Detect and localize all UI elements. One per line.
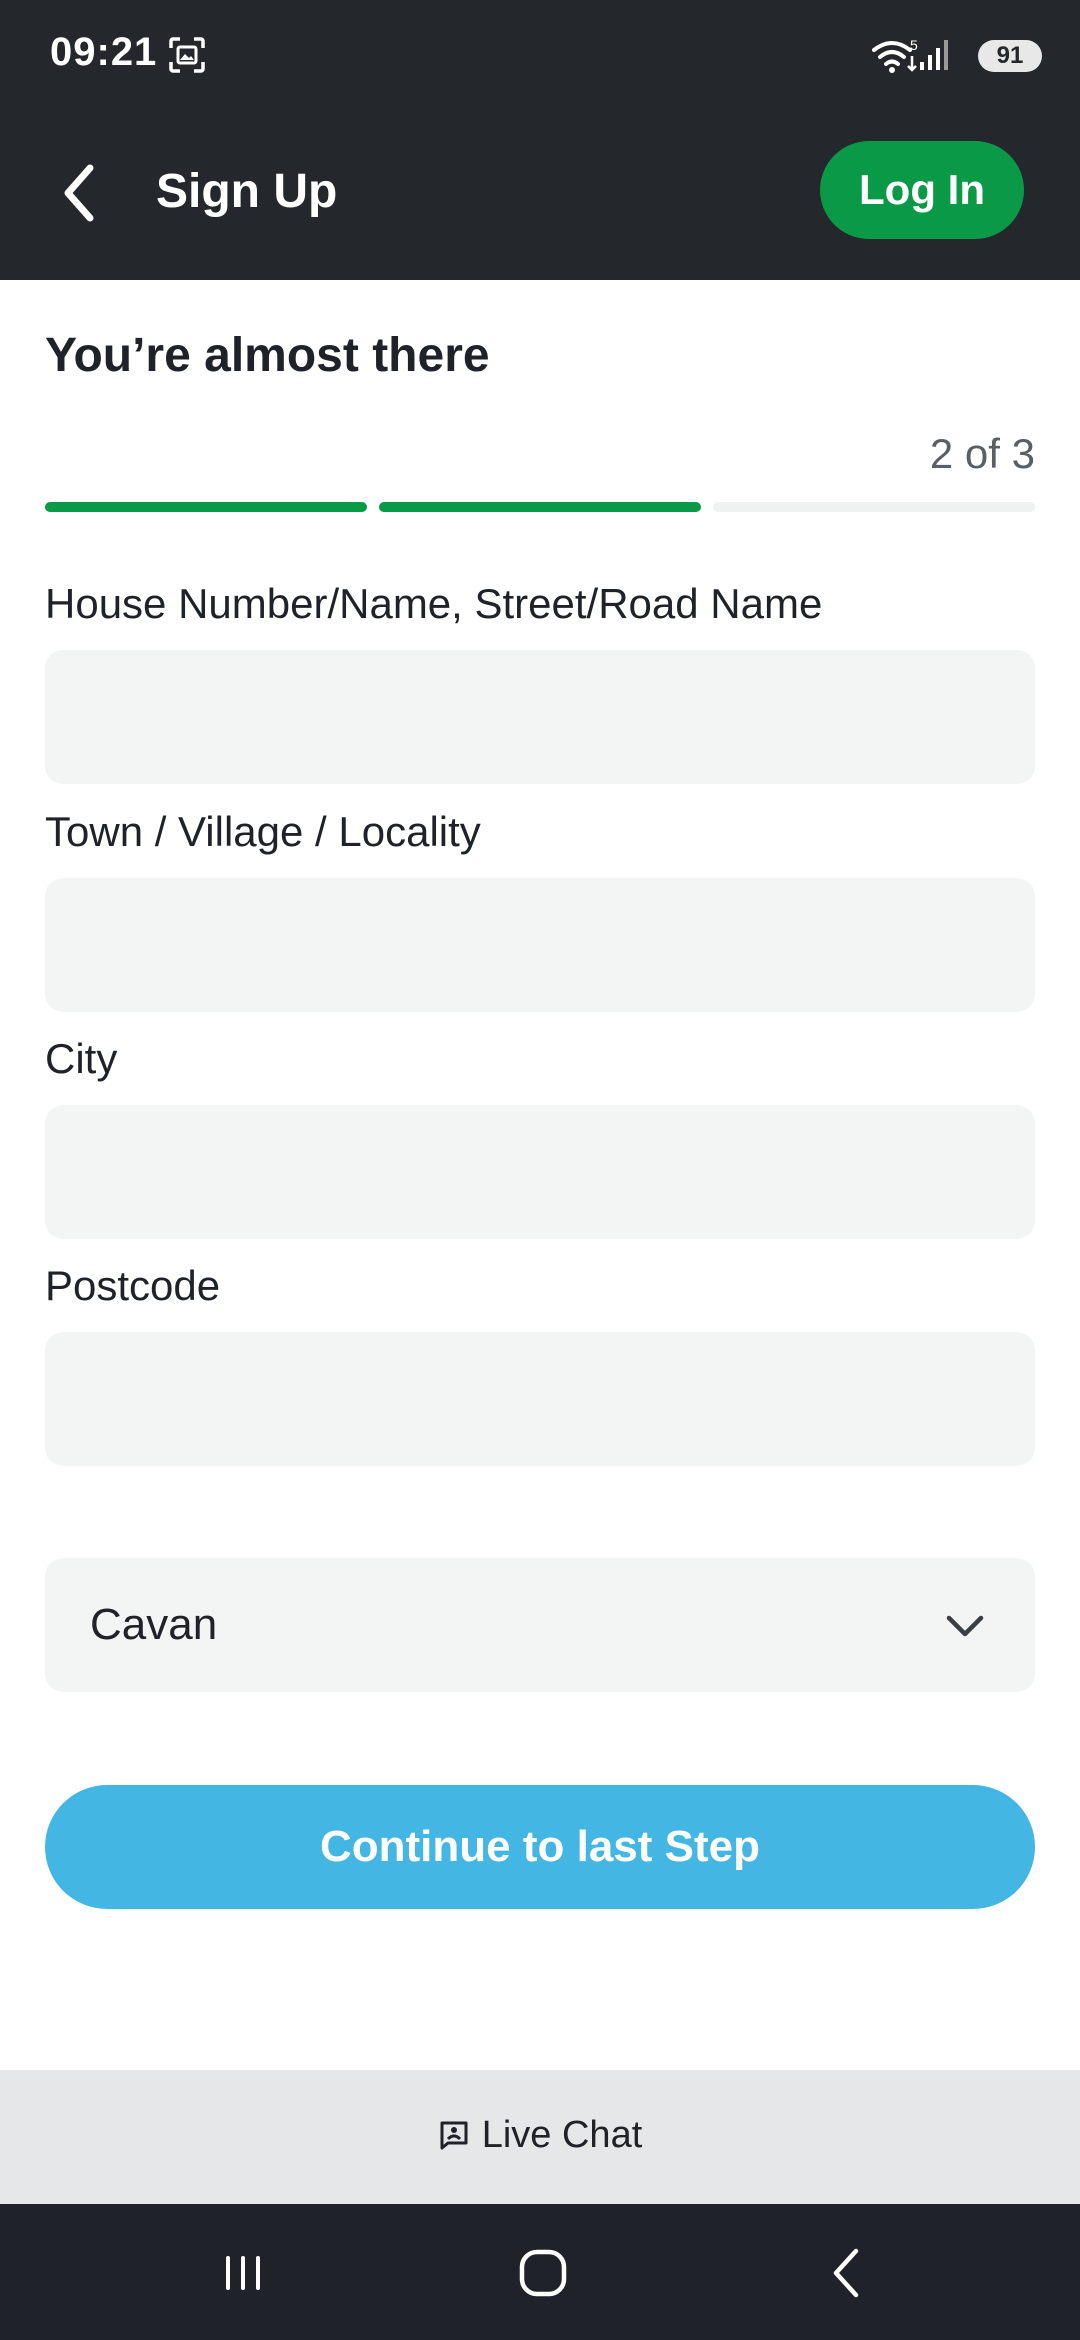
live-chat-label: Live Chat <box>481 2114 643 2156</box>
chevron-down-icon <box>946 1615 984 1637</box>
recents-icon[interactable] <box>208 2238 278 2308</box>
screenshot-icon <box>169 37 205 73</box>
page-title: Sign Up <box>156 165 338 218</box>
step-indicator: 2 of 3 <box>929 430 1035 477</box>
live-chat-bar[interactable]: Live Chat <box>0 2070 1080 2204</box>
wifi-icon: 5 <box>872 38 918 73</box>
town-input[interactable] <box>45 878 1035 1012</box>
app-bar: Sign Up Log In <box>0 112 1080 280</box>
progress-segment <box>45 502 367 512</box>
battery-indicator: 91 <box>978 40 1042 72</box>
county-select-value: Cavan <box>90 1600 218 1649</box>
progress-bar <box>45 502 1035 512</box>
continue-button[interactable]: Continue to last Step <box>45 1785 1035 1909</box>
nav-back-icon[interactable] <box>812 2238 882 2308</box>
city-label: City <box>45 1035 118 1082</box>
postcode-label: Postcode <box>45 1262 221 1309</box>
city-input[interactable] <box>45 1105 1035 1239</box>
home-icon[interactable] <box>508 2238 578 2308</box>
progress-segment <box>713 502 1035 512</box>
status-time: 09:21 <box>50 30 158 74</box>
chat-icon <box>440 2121 468 2150</box>
chevron-left-icon[interactable] <box>56 158 106 228</box>
signal-icon <box>920 40 948 70</box>
town-label: Town / Village / Locality <box>45 808 481 855</box>
form-heading: You’re almost there <box>45 329 490 382</box>
wifi-badge: 5 <box>910 38 918 53</box>
system-nav-bar <box>0 2204 1080 2340</box>
street-input[interactable] <box>45 650 1035 784</box>
progress-segment <box>379 502 701 512</box>
status-bar: 09:21 5 91 <box>0 0 1080 112</box>
street-label: House Number/Name, Street/Road Name <box>45 580 823 627</box>
county-select[interactable]: Cavan <box>45 1558 1035 1692</box>
postcode-input[interactable] <box>45 1332 1035 1466</box>
login-button[interactable]: Log In <box>820 141 1024 239</box>
